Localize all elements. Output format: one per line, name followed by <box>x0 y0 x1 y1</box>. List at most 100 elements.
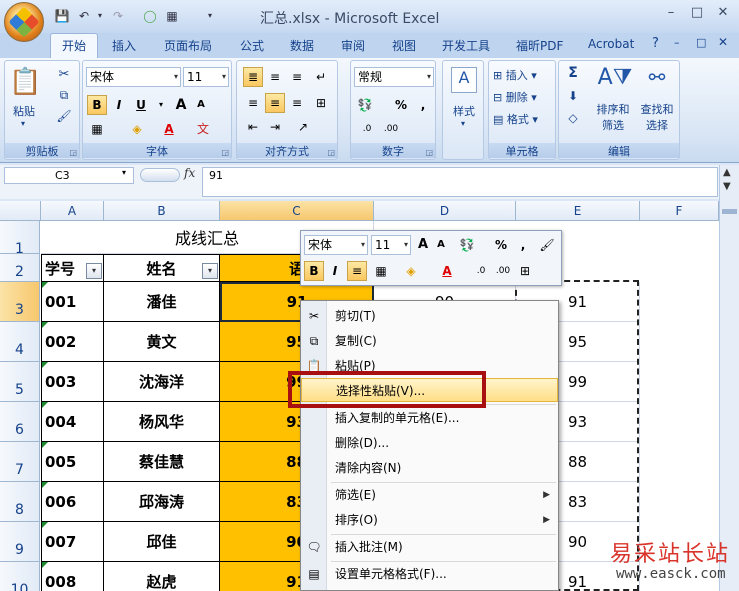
border-icon[interactable]: ▦ <box>87 119 107 139</box>
align-center-icon[interactable]: ≡ <box>265 93 285 113</box>
formula-input[interactable]: 91 <box>202 167 718 197</box>
paste-button[interactable]: 粘贴 <box>9 103 39 119</box>
align-top-icon[interactable]: ≣ <box>243 67 263 87</box>
office-button[interactable] <box>4 2 44 42</box>
row-header-7[interactable]: 7 <box>0 442 40 482</box>
row-header-3[interactable]: 3 <box>0 282 40 322</box>
tab-developer[interactable]: 开发工具 <box>442 37 490 54</box>
paste-icon[interactable]: 📋 <box>9 67 41 97</box>
binoculars-icon[interactable]: ⚯ <box>639 65 675 89</box>
row-header-10[interactable]: 10 <box>0 562 40 591</box>
grow-font-button[interactable]: A <box>171 95 191 115</box>
tab-view[interactable]: 视图 <box>392 37 416 54</box>
align-left-icon[interactable]: ≡ <box>243 93 263 113</box>
font-color-icon[interactable]: A <box>159 119 179 139</box>
orientation-icon[interactable]: ↗ <box>293 117 313 137</box>
name-cell[interactable]: 蔡佳慧 <box>104 442 220 482</box>
save-icon[interactable]: 💾 <box>54 8 70 24</box>
name-cell[interactable]: 邱佳 <box>104 522 220 562</box>
table-row[interactable]: 006 <box>41 482 104 522</box>
menu-item-clear[interactable]: 清除内容(N) <box>301 456 558 480</box>
column-header-a[interactable]: A <box>41 201 104 221</box>
table-row[interactable]: 002 <box>41 322 104 362</box>
clear-icon[interactable]: ◇ <box>563 111 583 125</box>
column-header-f[interactable]: F <box>640 201 719 221</box>
decrease-indent-icon[interactable]: ⇤ <box>243 117 263 137</box>
undo-dropdown-icon[interactable]: ▾ <box>92 8 108 24</box>
align-middle-icon[interactable]: ≡ <box>265 67 285 87</box>
merge-center-icon[interactable]: ⊞ <box>311 93 331 113</box>
table-row[interactable]: 005 <box>41 442 104 482</box>
fill-icon[interactable]: ⬇ <box>563 89 583 103</box>
tab-page-layout[interactable]: 页面布局 <box>164 37 212 54</box>
mini-size-combo[interactable]: 11 ▾ <box>371 235 411 255</box>
row-header-8[interactable]: 8 <box>0 482 40 522</box>
border-icon[interactable]: ▦ <box>371 261 391 281</box>
styles-button[interactable]: 样式 <box>445 103 483 119</box>
format-painter-icon[interactable]: 🖌 <box>55 109 73 123</box>
cut-icon[interactable]: ✂ <box>55 67 73 82</box>
wrap-text-icon[interactable]: ↵ <box>311 67 331 87</box>
copy-icon[interactable]: ⧉ <box>55 88 73 103</box>
ribbon-close-icon[interactable]: ✕ <box>718 35 728 49</box>
font-color-icon[interactable]: A <box>437 261 457 281</box>
paste-dropdown-icon[interactable]: ▾ <box>13 119 33 128</box>
font-size-combo[interactable]: 11 ▾ <box>183 67 229 87</box>
decrease-decimal-icon[interactable]: .00 <box>493 261 513 281</box>
mini-font-combo[interactable]: 宋体 ▾ <box>304 235 368 255</box>
row-header-4[interactable]: 4 <box>0 322 40 362</box>
font-name-combo[interactable]: 宋体 ▾ <box>86 67 181 87</box>
row-header-1[interactable]: 1 <box>0 221 40 257</box>
increase-indent-icon[interactable]: ⇥ <box>265 117 285 137</box>
fill-color-icon[interactable]: ◈ <box>127 119 147 139</box>
table-row[interactable]: 008 <box>41 562 104 591</box>
align-bottom-icon[interactable]: ≡ <box>287 67 307 87</box>
fill-color-icon[interactable]: ◈ <box>401 261 421 281</box>
column-header-c[interactable]: C <box>220 201 374 221</box>
column-header-e[interactable]: E <box>516 201 640 221</box>
increase-decimal-icon[interactable]: .0 <box>357 119 377 139</box>
styles-icon[interactable]: A <box>451 67 477 93</box>
column-header-b[interactable]: B <box>104 201 220 221</box>
row-header-5[interactable]: 5 <box>0 362 40 402</box>
mini-bold-button[interactable]: B <box>304 261 324 281</box>
sort-filter-button[interactable]: 排序和 筛选 <box>591 101 635 133</box>
ribbon-minimize-icon[interactable]: – <box>674 36 680 49</box>
ribbon-restore-icon[interactable]: □ <box>696 36 706 49</box>
menu-item-insert-comment[interactable]: 🗨 插入批注(M) <box>301 535 558 559</box>
close-button[interactable]: ✕ <box>712 5 734 25</box>
percent-button[interactable]: % <box>391 95 411 115</box>
tab-insert[interactable]: 插入 <box>112 37 136 54</box>
mini-italic-button[interactable]: I <box>325 261 345 281</box>
circle-icon[interactable]: ◯ <box>142 8 158 24</box>
filter-dropdown-icon[interactable]: ▾ <box>202 263 218 279</box>
chevron-down-icon[interactable]: ▾ <box>122 168 126 177</box>
tab-home[interactable]: 开始 <box>50 33 98 59</box>
dialog-launcher-icon[interactable]: ◲ <box>425 148 433 157</box>
underline-button[interactable]: U <box>131 95 151 115</box>
name-cell[interactable]: 沈海洋 <box>104 362 220 402</box>
mini-percent-button[interactable]: % <box>491 235 511 255</box>
number-format-combo[interactable]: 常规 ▾ <box>354 67 434 87</box>
split-box[interactable] <box>722 209 737 214</box>
dialog-launcher-icon[interactable]: ◲ <box>327 148 335 157</box>
name-cell[interactable]: 潘佳 <box>104 282 220 322</box>
row-header-9[interactable]: 9 <box>0 522 40 562</box>
menu-item-filter[interactable]: 筛选(E) ▶ <box>301 483 558 507</box>
filter-dropdown-icon[interactable]: ▾ <box>86 263 102 279</box>
name-cell[interactable]: 黄文 <box>104 322 220 362</box>
currency-icon[interactable]: 💱 <box>457 235 477 255</box>
mini-comma-button[interactable]: , <box>513 235 533 255</box>
find-select-button[interactable]: 查找和 选择 <box>635 101 679 133</box>
comma-button[interactable]: , <box>413 95 433 115</box>
undo-icon[interactable]: ↶ <box>76 8 92 24</box>
dialog-launcher-icon[interactable]: ◲ <box>69 148 77 157</box>
autosum-button[interactable]: Σ <box>563 65 583 81</box>
fx-icon[interactable]: fx <box>184 166 195 180</box>
phonetic-button[interactable]: 文 <box>193 119 213 139</box>
align-right-icon[interactable]: ≡ <box>287 93 307 113</box>
name-cell[interactable]: 杨风华 <box>104 402 220 442</box>
sort-filter-icon[interactable]: A⧩ <box>595 65 635 90</box>
tab-data[interactable]: 数据 <box>290 37 314 54</box>
menu-item-delete[interactable]: 删除(D)... <box>301 431 558 455</box>
